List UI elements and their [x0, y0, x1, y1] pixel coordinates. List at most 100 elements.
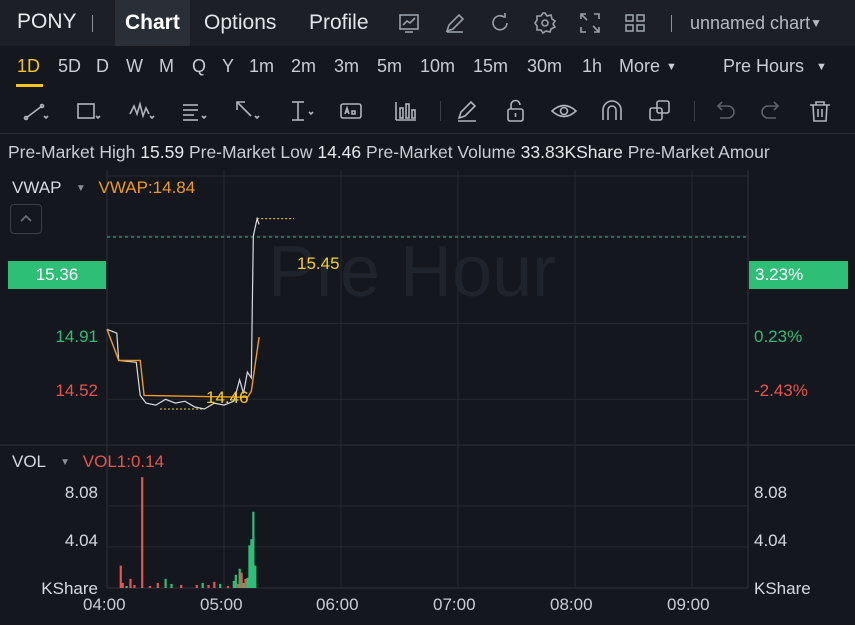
interval-d[interactable]: D: [96, 56, 109, 77]
vol-y-label: 4.04: [64, 531, 98, 550]
volume-bar: [125, 585, 128, 588]
interval-5d[interactable]: 5D: [58, 56, 81, 77]
volume-bar: [219, 583, 222, 588]
undo-icon[interactable]: [710, 98, 738, 124]
y-label-pct: 0.23%: [754, 327, 803, 346]
volume-bar: [240, 572, 243, 588]
chart-name-dropdown[interactable]: unnamed chart▼: [690, 13, 822, 34]
interval-1d[interactable]: 1D: [17, 56, 40, 77]
session-dropdown[interactable]: Pre Hours ▼: [723, 56, 827, 77]
vol-y-label: 8.08: [754, 483, 788, 502]
y-label-price: 14.91: [55, 327, 98, 346]
measure-tool-icon[interactable]: [287, 98, 315, 124]
volume-bar: [246, 577, 249, 588]
indicator-tool-icon[interactable]: [392, 98, 420, 124]
pencil-icon[interactable]: [454, 98, 482, 124]
interval-30m[interactable]: 30m: [527, 56, 562, 77]
interval-1h[interactable]: 1h: [582, 56, 602, 77]
volume-bar: [226, 585, 230, 588]
volume-bar: [180, 584, 183, 588]
chevron-down-icon: ▼: [666, 61, 677, 73]
collapse-button[interactable]: [10, 204, 42, 234]
tab-profile[interactable]: Profile: [299, 0, 379, 46]
volume-bar: [236, 583, 239, 588]
settings-icon[interactable]: [533, 11, 557, 35]
clone-icon[interactable]: [646, 98, 674, 124]
lock-icon[interactable]: [502, 98, 530, 124]
line-tool-icon[interactable]: [22, 98, 50, 124]
redo-icon[interactable]: [758, 98, 786, 124]
divider: [694, 101, 695, 121]
rectangle-tool-icon[interactable]: [74, 98, 102, 124]
interval-m[interactable]: M: [159, 56, 174, 77]
eye-icon[interactable]: [550, 98, 578, 124]
volume-bar: [170, 583, 173, 588]
y-label-price: 14.52: [55, 381, 98, 400]
y-label-pct: -2.43%: [754, 381, 808, 400]
text-list-tool-icon[interactable]: [180, 98, 208, 124]
symbol-label[interactable]: PONY: [17, 10, 77, 34]
current-price-tag: 15.36: [8, 261, 106, 289]
vol-y-label: 8.08: [64, 483, 98, 502]
vol-indicator-label[interactable]: VOL ▼ VOL1:0.14: [12, 452, 164, 472]
chevron-down-icon: ▼: [810, 16, 822, 30]
interval-q[interactable]: Q: [192, 56, 206, 77]
interval-2m[interactable]: 2m: [291, 56, 316, 77]
chevron-down-icon: ▼: [75, 183, 86, 194]
session-label: Pre Hours: [723, 56, 805, 76]
interval-15m[interactable]: 15m: [473, 56, 508, 77]
interval-3m[interactable]: 3m: [334, 56, 359, 77]
tab-chart[interactable]: Chart: [115, 0, 190, 46]
volume-bar: [213, 581, 216, 588]
high-value: 15.59: [140, 142, 185, 162]
volume-bar: [250, 539, 253, 588]
trash-icon[interactable]: [806, 98, 834, 124]
trend-icon[interactable]: [397, 11, 421, 35]
low-value: 14.46: [317, 142, 362, 162]
x-axis-label: 06:00: [316, 595, 359, 614]
arrow-tool-icon[interactable]: [233, 98, 261, 124]
volume-label: Pre-Market Volume: [366, 142, 516, 162]
pattern-tool-icon[interactable]: [128, 98, 156, 124]
vol-value: VOL1:0.14: [82, 452, 165, 471]
annotation-tool-icon[interactable]: [338, 98, 366, 124]
interval-1m[interactable]: 1m: [249, 56, 274, 77]
top-bar: PONY Chart Options Profile unnamed chart…: [0, 0, 855, 46]
interval-bar: 1D 5D D W M Q Y 1m 2m 3m 5m 10m 15m 30m …: [0, 46, 855, 88]
chart-canvas[interactable]: Pre Hour: [0, 170, 855, 625]
divider: [440, 101, 441, 121]
vwap-value: VWAP:14.84: [98, 178, 196, 197]
chevron-up-icon: [20, 214, 32, 222]
volume-bar: [244, 578, 247, 588]
amount-label: Pre-Market Amour: [627, 142, 770, 162]
interval-w[interactable]: W: [126, 56, 143, 77]
volume-bar: [156, 582, 159, 588]
volume-bar: [119, 565, 122, 588]
layout-grid-icon[interactable]: [623, 11, 647, 35]
interval-y[interactable]: Y: [222, 56, 234, 77]
refresh-icon[interactable]: [488, 11, 512, 35]
interval-5m[interactable]: 5m: [377, 56, 402, 77]
volume-bar: [164, 578, 167, 588]
x-axis-label: 08:00: [550, 595, 593, 614]
vwap-indicator-label[interactable]: VWAP ▼ VWAP:14.84: [12, 178, 195, 198]
divider: [671, 15, 672, 32]
edit-icon[interactable]: [443, 11, 467, 35]
vol-y-label: 4.04: [754, 531, 788, 550]
divider: [92, 15, 93, 32]
chart-area[interactable]: Pre Hour VWAP ▼ VWAP:14.84 15.36 3.23% 1…: [0, 170, 855, 625]
chart-name-label: unnamed chart: [690, 13, 811, 33]
vol-name: VOL: [12, 452, 46, 471]
volume-bar: [195, 584, 198, 588]
interval-more-dropdown[interactable]: More ▼: [619, 56, 677, 77]
volume-bar: [234, 574, 237, 588]
volume-bar: [242, 582, 245, 588]
fullscreen-icon[interactable]: [578, 11, 602, 35]
more-label: More: [619, 56, 661, 76]
active-interval-indicator: [16, 84, 43, 87]
magnet-icon[interactable]: [598, 98, 626, 124]
volume-bar: [238, 568, 241, 588]
volume-bar: [129, 578, 132, 588]
interval-10m[interactable]: 10m: [420, 56, 455, 77]
tab-options[interactable]: Options: [194, 0, 286, 46]
